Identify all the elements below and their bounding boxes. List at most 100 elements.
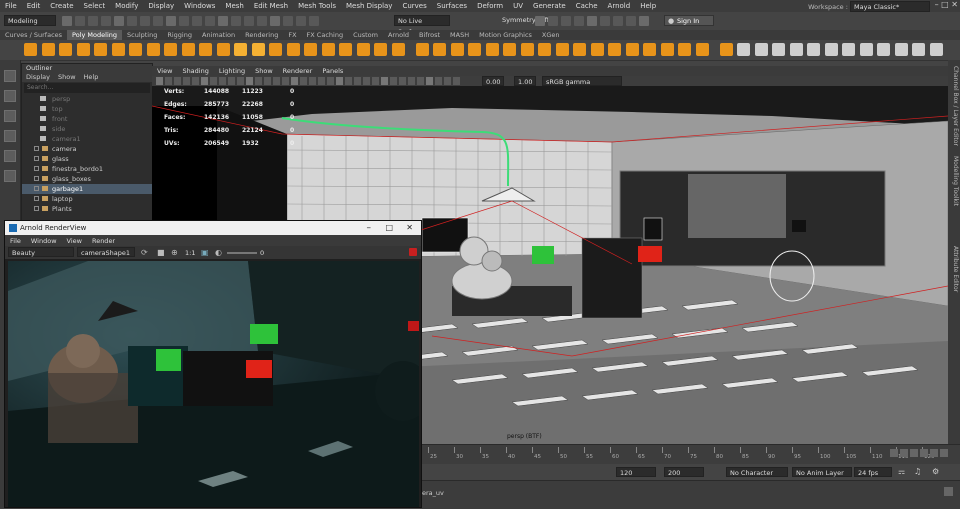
step-back-icon[interactable] — [900, 449, 908, 457]
viewport-menu-panels[interactable]: Panels — [317, 67, 348, 75]
shelf-tool-36-icon[interactable] — [643, 43, 656, 56]
outliner-menu-help[interactable]: Help — [80, 73, 103, 82]
viewport-tool-3-icon[interactable] — [174, 77, 181, 85]
shelf-tool-35-icon[interactable] — [625, 43, 639, 56]
viewport-tool-13-icon[interactable] — [264, 77, 271, 85]
render-tool-5-icon[interactable] — [587, 16, 597, 26]
viewport-tool-22-icon[interactable] — [345, 77, 352, 85]
shelf-tool-31-icon[interactable] — [555, 43, 569, 56]
shelf-tool-34-icon[interactable] — [608, 43, 621, 56]
viewport-tool-1-icon[interactable] — [156, 77, 163, 85]
color-space-dropdown[interactable]: sRGB gamma — [542, 76, 622, 86]
shelf-tool-48-icon[interactable] — [859, 43, 873, 56]
shelf-tool-26-icon[interactable] — [468, 43, 481, 56]
expand-icon[interactable] — [34, 176, 39, 181]
viewport-tool-9-icon[interactable] — [228, 77, 235, 85]
viewport-tool-16-icon[interactable] — [291, 77, 298, 85]
crop-region-icon[interactable]: ▣ — [201, 248, 209, 257]
render-tool-7-icon[interactable] — [613, 16, 623, 26]
viewport-menu-show[interactable]: Show — [250, 67, 278, 75]
menu-generate[interactable]: Generate — [528, 2, 571, 10]
status-tool-7-icon[interactable] — [140, 16, 150, 26]
range-end-field[interactable]: 200 — [664, 467, 704, 477]
tab-fx[interactable]: FX — [283, 30, 301, 40]
status-tool-12-icon[interactable] — [205, 16, 215, 26]
scale-tool-icon[interactable] — [4, 170, 16, 182]
status-tool-4-icon[interactable] — [101, 16, 111, 26]
viewport-tool-11-icon[interactable] — [246, 77, 253, 85]
outliner-item[interactable]: glass_boxes — [22, 174, 152, 184]
exposure-slider[interactable] — [227, 252, 257, 254]
shelf-tool-25-icon[interactable] — [450, 43, 464, 56]
render-tool-8-icon[interactable] — [626, 16, 636, 26]
rotate-tool-icon[interactable] — [4, 150, 16, 162]
viewport-tool-30-icon[interactable] — [417, 77, 424, 85]
outliner-menu-display[interactable]: Display — [22, 73, 54, 82]
select-tool-icon[interactable] — [4, 70, 16, 82]
zoom-icon[interactable]: ⊕ — [171, 248, 178, 257]
status-tool-10-icon[interactable] — [179, 16, 189, 26]
shelf-tool-2-icon[interactable] — [41, 43, 55, 56]
menu-modify[interactable]: Modify — [110, 2, 143, 10]
shelf-tool-9-icon[interactable] — [164, 43, 177, 56]
expand-icon[interactable] — [34, 166, 39, 171]
play-back-icon[interactable] — [910, 449, 918, 457]
viewport-tool-6-icon[interactable] — [201, 77, 208, 85]
viewport-menu-renderer[interactable]: Renderer — [278, 67, 318, 75]
maximize-icon[interactable]: □ — [385, 221, 393, 235]
outliner-item[interactable]: laptop — [22, 194, 152, 204]
menu-edit[interactable]: Edit — [22, 2, 46, 10]
viewport-tool-29-icon[interactable] — [408, 77, 415, 85]
status-tool-20-icon[interactable] — [309, 16, 319, 26]
status-tool-15-icon[interactable] — [244, 16, 254, 26]
workspace-dropdown[interactable]: Maya Classic* — [850, 1, 930, 12]
viewport-tool-34-icon[interactable] — [453, 77, 460, 85]
shelf-tool-16-icon[interactable] — [286, 43, 300, 56]
viewport-tool-2-icon[interactable] — [165, 77, 172, 85]
viewport-tool-27-icon[interactable] — [390, 77, 397, 85]
menu-cache[interactable]: Cache — [571, 2, 603, 10]
menu-display[interactable]: Display — [143, 2, 179, 10]
lasso-tool-icon[interactable] — [4, 90, 16, 102]
shelf-tool-24-icon[interactable] — [433, 43, 446, 56]
viewport-tool-10-icon[interactable] — [237, 77, 244, 85]
expand-icon[interactable] — [34, 186, 39, 191]
outliner-menu-show[interactable]: Show — [54, 73, 80, 82]
tab-arnold[interactable]: Arnold — [383, 30, 414, 40]
shelf-tool-33-icon[interactable] — [590, 43, 604, 56]
tab-animation[interactable]: Animation — [197, 30, 240, 40]
tab-fx-caching[interactable]: FX Caching — [302, 30, 349, 40]
shelf-tool-52-icon[interactable] — [929, 43, 943, 56]
shelf-tool-42-icon[interactable] — [754, 43, 768, 56]
shelf-tool-22-icon[interactable] — [391, 43, 405, 56]
menu-windows[interactable]: Windows — [179, 2, 220, 10]
gamma-field[interactable]: 1.00 — [514, 76, 536, 86]
status-tool-14-icon[interactable] — [231, 16, 241, 26]
status-tool-5-icon[interactable] — [114, 16, 124, 26]
menu-mesh-tools[interactable]: Mesh Tools — [293, 2, 341, 10]
outliner-item[interactable]: Plants — [22, 204, 152, 214]
shelf-tool-41-icon[interactable] — [737, 43, 750, 56]
render-tool-2-icon[interactable] — [548, 16, 558, 26]
time-slider[interactable]: 25 30 35 40 45 50 55 60 65 70 75 80 85 90 95 100 105 110 1… — [420, 444, 960, 465]
command-line[interactable]: era_uv — [420, 480, 960, 509]
tab-sculpting[interactable]: Sculpting — [122, 30, 162, 40]
shelf-tool-44-icon[interactable] — [789, 43, 803, 56]
tab-xgen[interactable]: XGen — [537, 30, 565, 40]
anim-layer-dropdown[interactable]: No Anim Layer — [792, 467, 852, 477]
key-icon[interactable]: ⚎ — [898, 467, 905, 476]
status-tool-9-icon[interactable] — [166, 16, 176, 26]
render-tool-1-icon[interactable] — [535, 16, 545, 26]
menu-deform[interactable]: Deform — [472, 2, 508, 10]
expand-icon[interactable] — [34, 156, 39, 161]
render-tool-3-icon[interactable] — [561, 16, 571, 26]
tab-motion-graphics[interactable]: Motion Graphics — [474, 30, 537, 40]
menu-surfaces[interactable]: Surfaces — [432, 2, 472, 10]
menu-arnold[interactable]: Arnold — [603, 2, 636, 10]
shelf-tool-46-icon[interactable] — [824, 43, 838, 56]
status-tool-6-icon[interactable] — [127, 16, 137, 26]
shelf-tool-1-icon[interactable] — [24, 43, 37, 56]
viewport-tool-12-icon[interactable] — [255, 77, 262, 85]
status-tool-11-icon[interactable] — [192, 16, 202, 26]
outliner-item[interactable]: persp — [22, 94, 152, 104]
